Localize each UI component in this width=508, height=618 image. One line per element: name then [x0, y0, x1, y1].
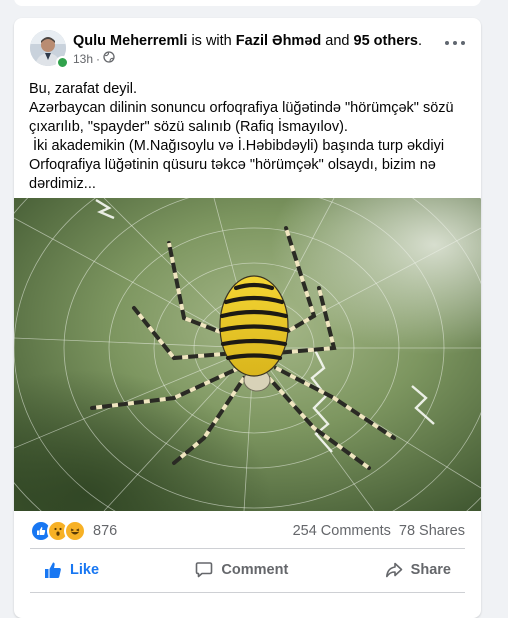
thumbs-up-icon: [45, 562, 61, 578]
reaction-icons[interactable]: [30, 520, 86, 542]
post-actions: Like Comment Share: [30, 553, 465, 587]
haha-icon: [64, 520, 86, 542]
share-count[interactable]: 78 Shares: [399, 523, 465, 539]
like-label: Like: [70, 562, 100, 578]
post-text-line: çıxarılıb, "spayder" sözü salınıb (Rafiq…: [29, 119, 348, 135]
post-photo[interactable]: [14, 198, 481, 511]
share-button[interactable]: Share: [371, 561, 465, 579]
engagement-stats: 254 Comments 78 Shares: [293, 523, 465, 539]
comment-label: Comment: [221, 562, 289, 578]
tagged-user[interactable]: Fazil Əhməd: [236, 33, 321, 49]
share-icon: [385, 562, 402, 578]
post-text: Bu, zarafat deyil. Azərbaycan dilinin so…: [29, 80, 469, 194]
post-text-line: Bu, zarafat deyil.: [29, 81, 137, 97]
post-card: Qulu Meherremli is with Fazil Əhməd and …: [14, 18, 481, 618]
divider: [30, 548, 465, 549]
post-text-line: Azərbaycan dilinin sonuncu orfoqrafiya l…: [29, 100, 454, 116]
globe-icon[interactable]: [103, 51, 115, 66]
with-text: is with: [191, 33, 232, 49]
post-text-line: İki akademikin (M.Nağısoylu və İ.Həbibdə…: [29, 138, 445, 154]
period: .: [418, 33, 423, 49]
reaction-count[interactable]: 876: [93, 523, 117, 539]
online-status-dot: [56, 56, 69, 69]
previous-post-card: [14, 0, 481, 6]
reactions-summary: 876 254 Comments 78 Shares: [30, 520, 465, 542]
comment-button[interactable]: Comment: [181, 561, 302, 579]
like-button[interactable]: Like: [30, 561, 113, 579]
comment-count[interactable]: 254 Comments: [293, 523, 391, 539]
post-header: Qulu Meherremli is with Fazil Əhməd and …: [73, 32, 422, 50]
post-text-line: Orfoqrafiya lüğətinin qüsuru təkcə "hörü…: [29, 157, 436, 173]
divider: [30, 592, 465, 593]
comment-icon: [196, 562, 213, 578]
share-label: Share: [410, 562, 451, 578]
more-options-icon[interactable]: [445, 36, 465, 50]
post-meta: 13h ·: [73, 51, 115, 66]
and-text: and: [325, 33, 350, 49]
author-name[interactable]: Qulu Meherremli: [73, 33, 187, 49]
tagged-others[interactable]: 95 others: [354, 33, 418, 49]
post-time[interactable]: 13h: [73, 52, 93, 66]
meta-separator: ·: [96, 51, 101, 66]
post-text-line: dərdimiz...: [29, 176, 96, 192]
